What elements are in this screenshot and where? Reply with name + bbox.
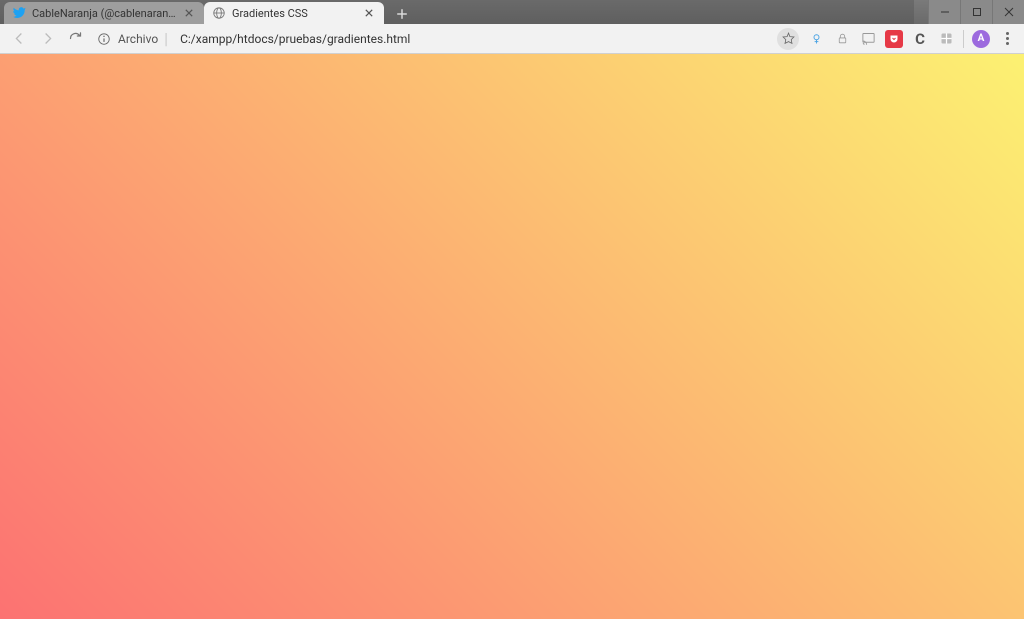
twitter-favicon-icon [12, 6, 26, 20]
tab-label: Gradientes CSS [232, 7, 356, 20]
maximize-button[interactable] [960, 0, 992, 24]
extension-icon-1[interactable] [807, 30, 825, 48]
star-icon [782, 32, 795, 45]
tab-cablenaranja[interactable]: CableNaranja (@cablenaranja7) / [4, 2, 204, 24]
minimize-button[interactable] [928, 0, 960, 24]
site-info-button[interactable] [96, 31, 112, 47]
cast-icon [861, 31, 876, 46]
arrow-right-icon [40, 31, 55, 46]
tab-strip: CableNaranja (@cablenaranja7) / Gradient… [0, 0, 914, 24]
forward-button[interactable] [36, 28, 58, 50]
separator: | [164, 29, 168, 48]
url-input[interactable] [174, 32, 767, 46]
close-tab-button[interactable] [362, 6, 376, 20]
grid-icon [939, 31, 954, 46]
extension-icon-3[interactable] [859, 30, 877, 48]
bookmark-button[interactable] [777, 28, 799, 50]
tab-label: CableNaranja (@cablenaranja7) / [32, 7, 176, 20]
bug-icon [809, 31, 824, 46]
extension-icon-2[interactable] [833, 30, 851, 48]
info-icon [97, 32, 111, 46]
page-viewport [0, 54, 1024, 619]
arrow-left-icon [12, 31, 27, 46]
toolbar-actions: C A [777, 28, 1016, 50]
address-bar[interactable]: Archivo | [92, 28, 771, 50]
pocket-icon [888, 33, 900, 45]
extension-icon-4[interactable] [885, 30, 903, 48]
toolbar-divider [963, 30, 964, 48]
profile-avatar[interactable]: A [972, 30, 990, 48]
default-favicon-icon [212, 6, 226, 20]
back-button[interactable] [8, 28, 30, 50]
tab-gradientes[interactable]: Gradientes CSS [204, 2, 384, 24]
window-controls [928, 0, 1024, 24]
minimize-icon [940, 7, 950, 17]
close-icon [1004, 7, 1014, 17]
close-tab-button[interactable] [182, 6, 196, 20]
lock-icon [836, 32, 849, 45]
url-scheme-label: Archivo [118, 32, 158, 46]
plus-icon [396, 8, 408, 20]
close-window-button[interactable] [992, 0, 1024, 24]
reload-icon [68, 31, 83, 46]
extension-icon-5[interactable]: C [911, 30, 929, 48]
reload-button[interactable] [64, 28, 86, 50]
browser-toolbar: Archivo | C A [0, 24, 1024, 54]
new-tab-button[interactable] [390, 4, 414, 24]
browser-menu-button[interactable] [998, 32, 1016, 45]
extension-icon-6[interactable] [937, 30, 955, 48]
maximize-icon [972, 7, 982, 17]
